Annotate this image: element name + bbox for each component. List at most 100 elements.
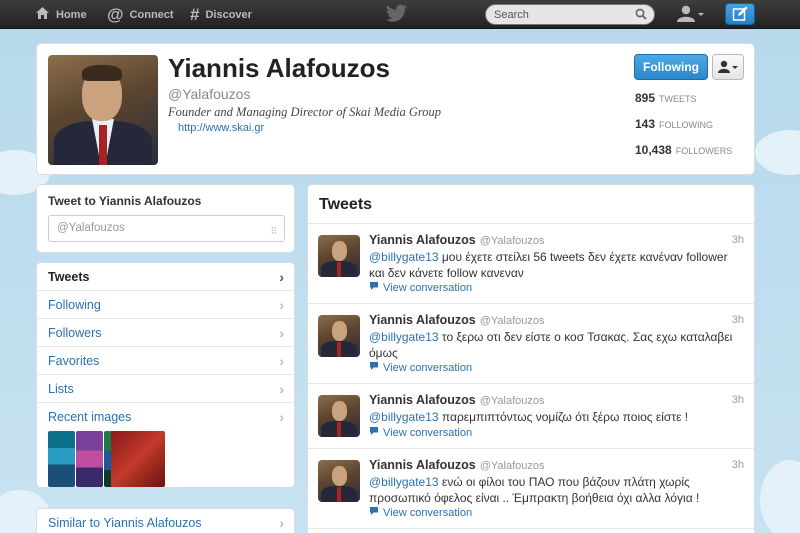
cloud-decoration	[760, 460, 800, 533]
chevron-right-icon: ›	[279, 269, 284, 285]
tweet-text: @billygate13 μου έχετε στείλει 56 tweets…	[369, 249, 744, 281]
top-navigation-bar: Home @ Connect # Discover Search	[0, 0, 800, 29]
sidebar-item-recent-images[interactable]: Recent images ›	[37, 403, 294, 431]
view-conversation-link[interactable]: View conversation	[369, 426, 472, 439]
tweet-author-handle: @Yalafouzos	[479, 460, 545, 472]
nav-discover-label: Discover	[205, 8, 252, 21]
similar-to-label: Similar to Yiannis Alafouzos	[48, 516, 202, 530]
recent-image-thumbnail[interactable]	[76, 431, 103, 487]
stat-following[interactable]: 143 FOLLOWING	[635, 117, 713, 131]
user-menu-button[interactable]	[672, 3, 708, 25]
tweet-author[interactable]: Yiannis Alafouzos @Yalafouzos	[369, 233, 545, 247]
following-button[interactable]: Following	[634, 54, 708, 80]
at-sign-icon: @	[107, 4, 124, 24]
user-actions-icon	[718, 60, 738, 73]
view-conversation-label: View conversation	[383, 506, 473, 519]
sidebar-item-tweets[interactable]: Tweets ›	[37, 263, 294, 291]
tweet-mention-link[interactable]: @billygate13	[369, 410, 439, 424]
tweet-author[interactable]: Yiannis Alafouzos @Yalafouzos	[369, 458, 545, 472]
tweet-avatar[interactable]	[318, 315, 360, 357]
nav-home-label: Home	[56, 8, 87, 21]
view-conversation-label: View conversation	[383, 361, 473, 374]
home-icon	[35, 6, 50, 24]
tweet-mention-link[interactable]: @billygate13	[369, 250, 439, 264]
profile-url-link[interactable]: http://www.skai.gr	[178, 122, 264, 134]
tweet-item[interactable]: Yiannis Alafouzos @Yalafouzos 3h @billyga…	[308, 383, 754, 448]
tweet-item[interactable]: Yiannis Alafouzos @Yalafouzos 3h @billyga…	[308, 223, 754, 303]
twitter-bird-icon[interactable]	[386, 4, 408, 22]
tweet-author-handle: @Yalafouzos	[479, 315, 545, 327]
chevron-right-icon: ›	[279, 381, 284, 397]
tweet-body: παρεμπιπτόντως νομίζω ότι ξέρω ποιος είσ…	[438, 410, 689, 424]
tweet-timestamp[interactable]: 3h	[732, 459, 744, 471]
speech-bubble-icon	[369, 506, 379, 519]
sidebar-item-label: Recent images	[48, 410, 132, 424]
hashtag-icon: #	[190, 4, 200, 24]
chevron-right-icon: ›	[279, 297, 284, 313]
tweet-to-value: @Yalafouzos	[57, 222, 125, 234]
profile-actions-menu-button[interactable]	[712, 54, 744, 80]
tweet-to-input[interactable]: @Yalafouzos ⠿	[48, 215, 285, 242]
nav-discover[interactable]: # Discover	[190, 0, 252, 29]
recent-image-thumbnail[interactable]	[111, 431, 165, 487]
sidebar-item-following[interactable]: Following ›	[37, 291, 294, 319]
speech-bubble-icon	[369, 426, 379, 439]
sidebar-item-followers[interactable]: Followers ›	[37, 319, 294, 347]
tweet-timestamp[interactable]: 3h	[732, 234, 744, 246]
resize-grip-icon[interactable]: ⠿	[270, 226, 277, 237]
view-conversation-label: View conversation	[383, 426, 473, 439]
tweet-text: @billygate13 ενώ οι φίλοι του ΠΑΟ που βά…	[369, 474, 744, 506]
tweet-author-name: Yiannis Alafouzos	[369, 313, 476, 327]
compose-icon	[732, 6, 748, 21]
tweet-author-name: Yiannis Alafouzos	[369, 458, 476, 472]
view-conversation-link[interactable]: View conversation	[369, 361, 472, 374]
sidebar-item-favorites[interactable]: Favorites ›	[37, 347, 294, 375]
sidebar-item-label: Favorites	[48, 353, 100, 368]
tweet-item[interactable]: Yiannis Alafouzos @Yalafouzos 3h @billyga…	[308, 448, 754, 528]
profile-avatar[interactable]	[48, 55, 158, 165]
tweet-avatar[interactable]	[318, 460, 360, 502]
stat-tweets-label: TWEETS	[659, 94, 697, 104]
similar-to-box[interactable]: Similar to Yiannis Alafouzos ›	[36, 508, 295, 533]
tweet-timestamp[interactable]: 3h	[732, 394, 744, 406]
tweet-avatar[interactable]	[318, 395, 360, 437]
sidebar-item-label: Following	[48, 297, 101, 312]
tweet-item[interactable]: Yiannis Alafouzos @Yalafouzos 3h @billyga…	[308, 303, 754, 383]
view-conversation-link[interactable]: View conversation	[369, 506, 472, 519]
nav-connect[interactable]: @ Connect	[107, 0, 174, 29]
tweet-to-title: Tweet to Yiannis Alafouzos	[48, 194, 202, 208]
tweet-avatar[interactable]	[318, 235, 360, 277]
view-conversation-label: View conversation	[383, 281, 473, 294]
profile-name: Yiannis Alafouzos	[168, 53, 390, 83]
user-icon	[677, 5, 704, 22]
tweet-author-name: Yiannis Alafouzos	[369, 393, 476, 407]
tweets-stream: Tweets Yiannis Alafouzos @Yalafouzos 3h @…	[307, 184, 755, 533]
stat-following-count: 143	[635, 117, 656, 131]
tweet-mention-link[interactable]: @billygate13	[369, 330, 439, 344]
profile-nav-list: Tweets › Following › Followers › Favorit…	[36, 262, 295, 488]
search-input[interactable]: Search	[485, 4, 655, 25]
tweet-mention-link[interactable]: @billygate13	[369, 475, 439, 489]
stat-followers[interactable]: 10,438 FOLLOWERS	[635, 143, 732, 157]
speech-bubble-icon	[369, 361, 379, 374]
sidebar-item-label: Lists	[48, 381, 74, 396]
search-icon[interactable]	[635, 8, 647, 23]
nav-home[interactable]: Home	[35, 0, 87, 29]
sidebar-item-label: Tweets	[48, 269, 90, 284]
tweet-item[interactable]	[308, 528, 754, 533]
compose-tweet-button[interactable]	[725, 3, 755, 25]
profile-card: Yiannis Alafouzos @Yalafouzos Founder an…	[36, 43, 755, 175]
stat-followers-count: 10,438	[635, 143, 672, 157]
tweet-author[interactable]: Yiannis Alafouzos @Yalafouzos	[369, 393, 545, 407]
sidebar-item-lists[interactable]: Lists ›	[37, 375, 294, 403]
speech-bubble-icon	[369, 281, 379, 294]
stat-tweets-count: 895	[635, 91, 656, 105]
tweet-to-box: Tweet to Yiannis Alafouzos @Yalafouzos ⠿	[36, 184, 295, 253]
tweet-author[interactable]: Yiannis Alafouzos @Yalafouzos	[369, 313, 545, 327]
recent-image-thumbnail[interactable]	[48, 431, 75, 487]
tweet-timestamp[interactable]: 3h	[732, 314, 744, 326]
stat-tweets[interactable]: 895 TWEETS	[635, 91, 697, 105]
view-conversation-link[interactable]: View conversation	[369, 281, 472, 294]
search-placeholder: Search	[494, 8, 529, 21]
sidebar-item-label: Followers	[48, 325, 102, 340]
